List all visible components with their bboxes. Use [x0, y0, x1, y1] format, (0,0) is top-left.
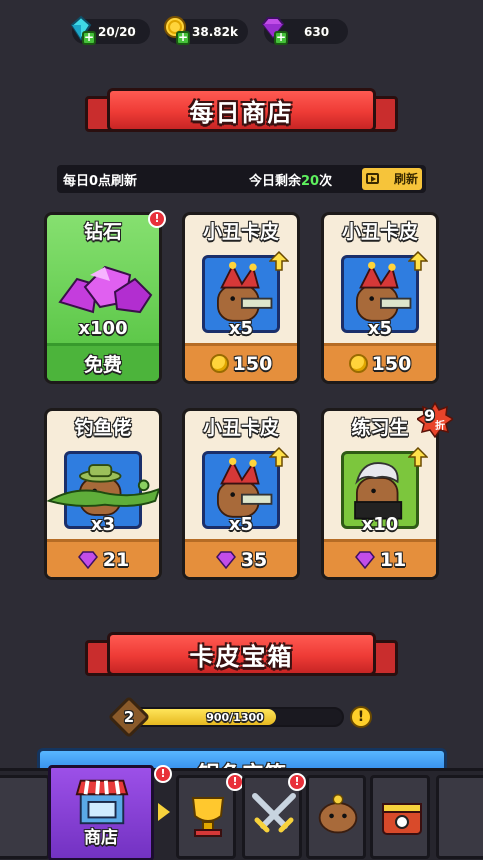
shop-tab-badge: !	[154, 765, 172, 783]
purple-gem-icon	[215, 550, 236, 569]
card-price[interactable]: 11	[324, 539, 436, 577]
add-energy-icon[interactable]: +	[82, 31, 96, 45]
card-price[interactable]: 21	[47, 539, 159, 577]
shop-card-clown-capy-2[interactable]: 小丑卡皮 x5 150	[321, 212, 439, 384]
chest-progress-bar: 900/1300	[126, 707, 344, 727]
purple-gem-icon	[354, 550, 375, 569]
card-quantity: x100	[78, 318, 128, 339]
gem-counter[interactable]: + 630	[261, 17, 348, 45]
chest-info-button[interactable]: !	[350, 706, 372, 728]
card-price[interactable]: 150	[185, 343, 297, 381]
treasure-chest-icon	[382, 803, 422, 835]
upgrade-arrow-icon	[408, 447, 428, 467]
crossed-swords-icon	[252, 793, 296, 833]
card-quantity: x5	[367, 318, 393, 339]
card-title: 钻石	[83, 221, 122, 243]
gold-coin-icon	[348, 354, 368, 373]
daily-shop-banner: 每日商店	[85, 88, 398, 138]
card-price[interactable]: 免费	[47, 343, 159, 381]
diamond-card-alert-badge: !	[148, 210, 166, 228]
discount-unit: 折	[435, 421, 445, 432]
chest-level-badge: 2	[107, 695, 151, 739]
refresh-button[interactable]: 刷新	[362, 168, 422, 190]
card-quantity: x5	[228, 318, 254, 339]
shop-tab-label: 商店	[84, 828, 118, 848]
gold-coin-icon	[209, 354, 229, 373]
upgrade-arrow-icon	[269, 447, 289, 467]
diamond-pile-icon	[58, 265, 153, 314]
energy-counter[interactable]: + 20/20	[70, 15, 150, 45]
gold-value: 38.82k	[192, 24, 238, 39]
card-title: 小丑卡皮	[341, 221, 418, 243]
bottom-nav: 商店 ! ! !	[0, 765, 483, 860]
capybara-icon	[318, 794, 358, 834]
shop-card-clown-capy-1[interactable]: 小丑卡皮 x5 150	[182, 212, 300, 384]
card-price[interactable]: 35	[185, 539, 297, 577]
upgrade-arrow-icon	[408, 251, 428, 271]
discount-badge: 9 折	[415, 401, 455, 439]
battle-tab-badge: !	[288, 773, 306, 791]
nav-arrow-icon	[158, 803, 170, 821]
card-price[interactable]: 150	[324, 343, 436, 381]
card-quantity: x10	[361, 514, 399, 535]
video-ad-icon	[366, 173, 379, 184]
purple-gem-icon	[77, 550, 98, 569]
skin-chest-title: 卡皮宝箱	[107, 632, 376, 676]
shop-card-clown-capy-3[interactable]: 小丑卡皮 x5 35	[182, 408, 300, 580]
add-gem-icon[interactable]: +	[274, 31, 288, 45]
chest-progress-text: 900/1300	[206, 711, 264, 724]
remaining-count: 20	[301, 174, 320, 189]
nav-tab-extra-right[interactable]	[436, 775, 483, 859]
card-title: 小丑卡皮	[202, 221, 279, 243]
remaining-refreshes: 今日剩余20次	[249, 174, 333, 189]
shop-card-fisherman[interactable]: 钓鱼佬 x3 21	[44, 408, 162, 580]
shop-card-diamonds[interactable]: 钻石 x100 免费	[44, 212, 162, 384]
add-gold-icon[interactable]: +	[176, 31, 190, 45]
card-quantity: x5	[228, 514, 254, 535]
crocodile-icon	[47, 479, 159, 507]
energy-value: 20/20	[98, 24, 136, 39]
skin-chest-banner: 卡皮宝箱	[85, 632, 398, 682]
card-quantity: x3	[90, 514, 116, 535]
nav-tab-chest[interactable]	[370, 775, 430, 859]
refresh-note: 每日0点刷新	[63, 174, 138, 189]
daily-shop-title: 每日商店	[107, 88, 376, 132]
discount-number: 9	[424, 406, 436, 425]
gem-value: 630	[304, 24, 330, 39]
gold-counter[interactable]: + 38.82k	[164, 16, 248, 45]
card-title: 钓鱼佬	[74, 417, 132, 439]
refresh-bar: 每日0点刷新 今日剩余20次 刷新	[57, 165, 426, 193]
card-title: 小丑卡皮	[202, 417, 279, 439]
trophy-icon	[191, 797, 225, 837]
nav-tab-extra-left[interactable]	[0, 775, 50, 859]
upgrade-arrow-icon	[269, 251, 289, 271]
nav-tab-shop[interactable]: 商店	[48, 765, 154, 860]
nav-tab-capybara[interactable]	[306, 775, 366, 859]
shop-stall-icon	[75, 779, 129, 825]
